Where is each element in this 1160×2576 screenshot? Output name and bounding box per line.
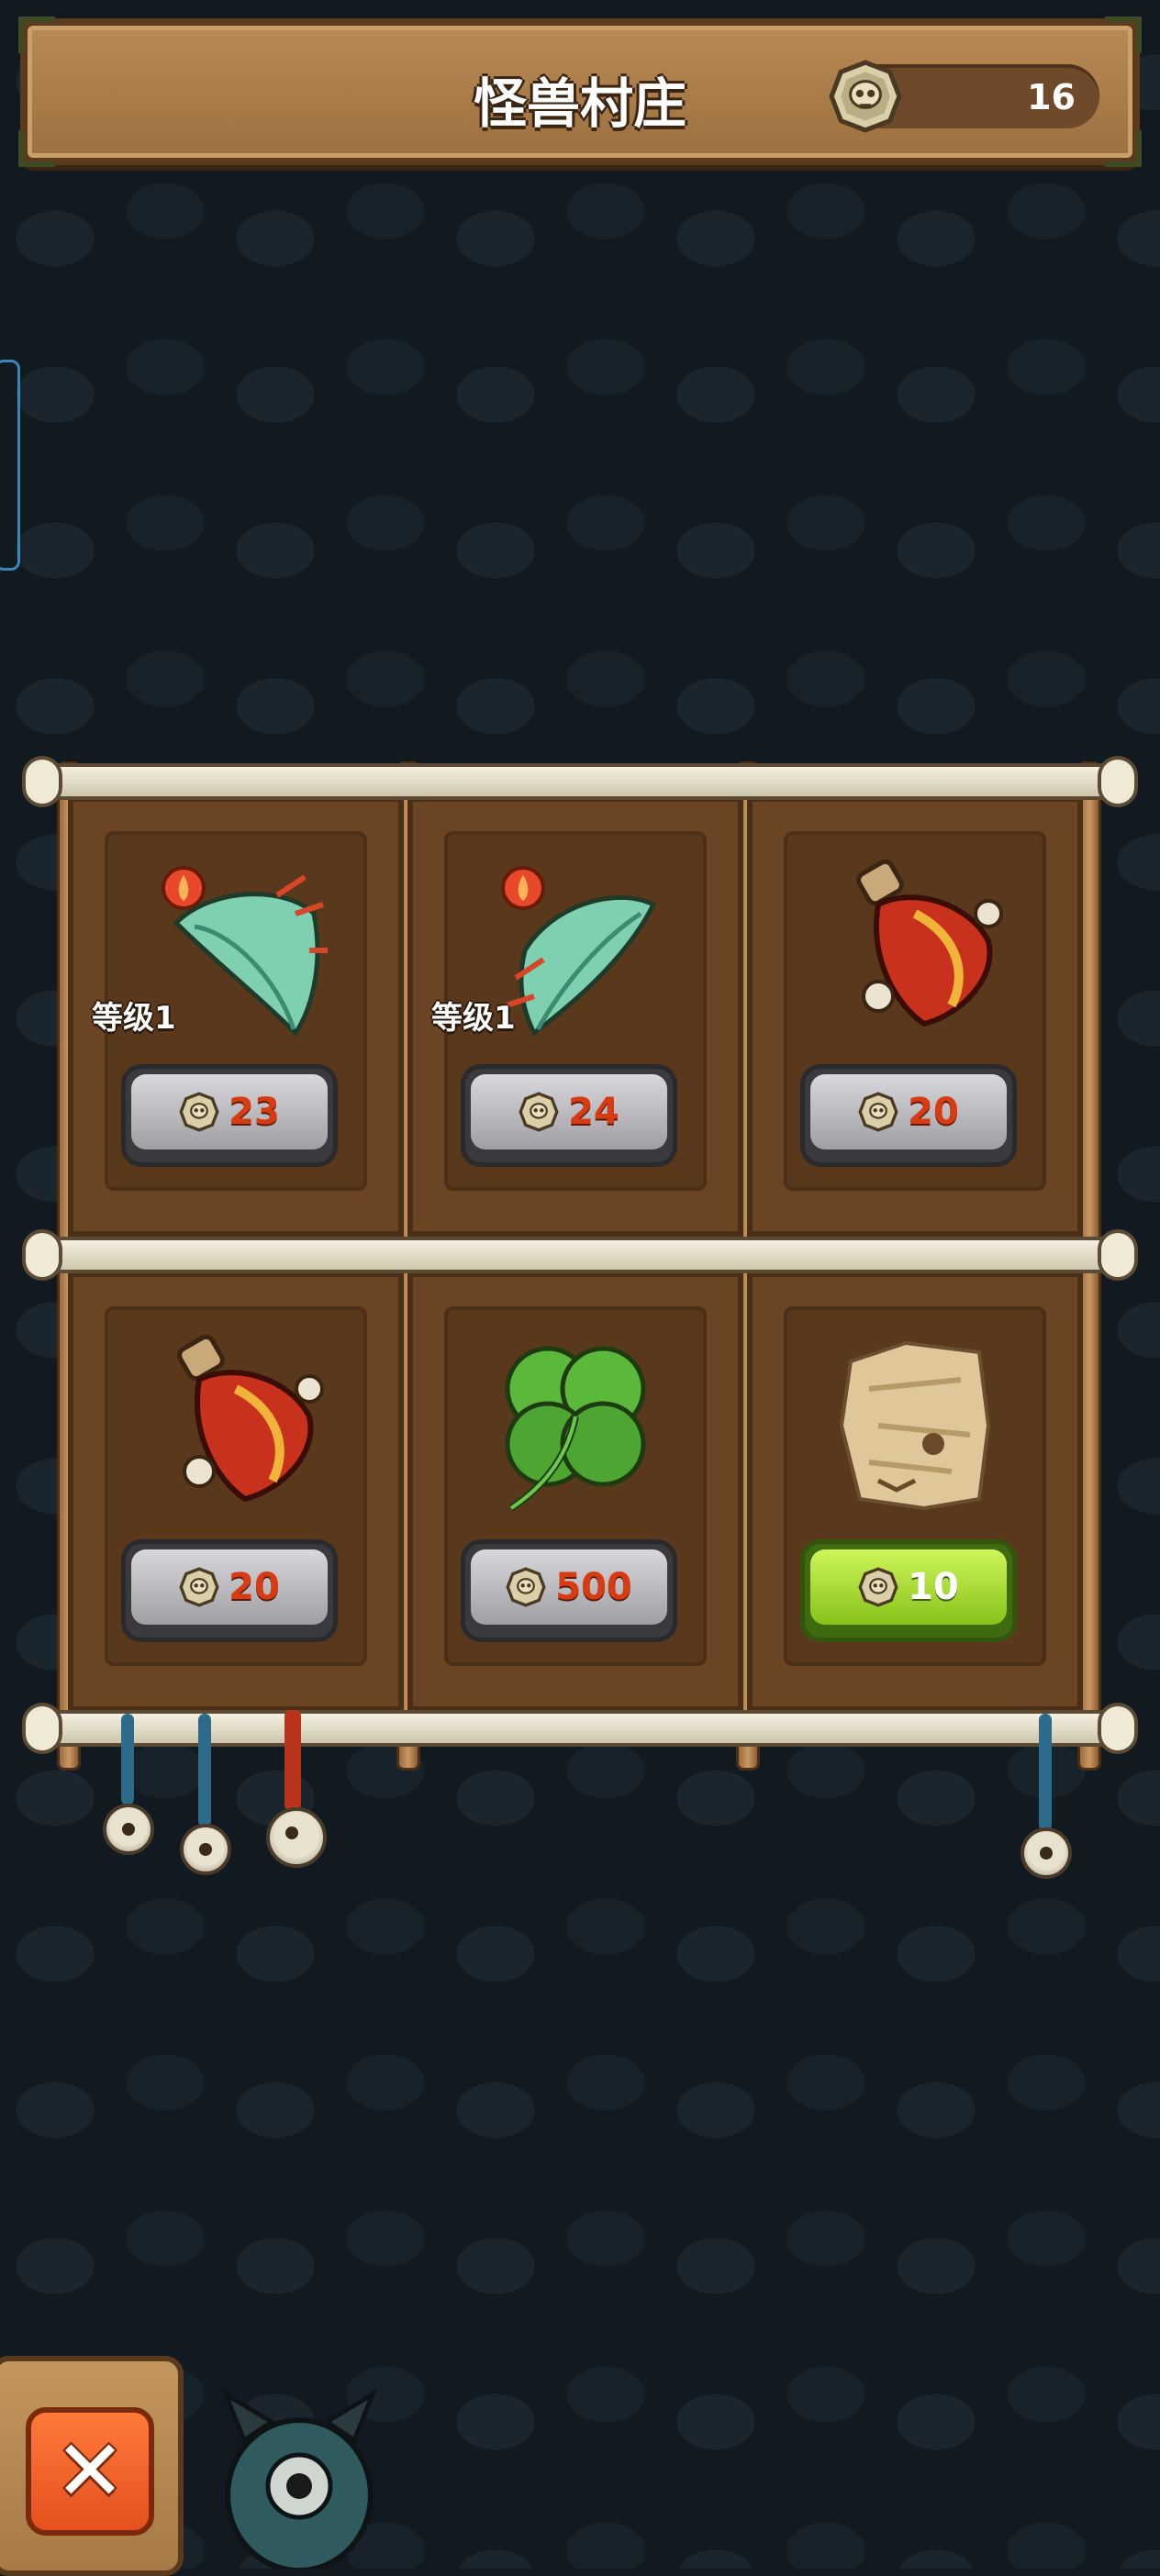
item-level-label: 等级1 [92, 1000, 176, 1037]
skull-coin-icon [519, 1092, 559, 1132]
item-price: 24 [568, 1091, 619, 1133]
skull-coin-icon [179, 1092, 219, 1132]
item-price: 500 [555, 1566, 632, 1608]
monster-head-icon[interactable] [217, 2385, 382, 2569]
hanging-skull [1021, 1827, 1072, 1879]
hanging-chain [284, 1710, 301, 1811]
buy-button[interactable]: 20 [121, 1539, 338, 1642]
heart-potion-icon [856, 859, 1003, 1027]
hanging-chain [198, 1714, 211, 1827]
close-panel: ✕ [0, 2356, 184, 2576]
skull-coin-icon [506, 1567, 546, 1607]
skull-coin-icon [179, 1567, 219, 1607]
shop-slot[interactable]: 等级1 23 [68, 796, 404, 1237]
item-frame: 等级1 23 [92, 831, 367, 1191]
skull-coin-icon [858, 1092, 898, 1132]
corner-ornament [18, 17, 55, 53]
hanging-chain [121, 1714, 134, 1805]
buy-button[interactable]: 10 [800, 1539, 1017, 1642]
buy-button[interactable]: 500 [461, 1539, 677, 1642]
item-price: 20 [908, 1091, 959, 1133]
item-frame: 等级1 24 [431, 831, 707, 1191]
item-frame: 20 [784, 831, 1046, 1191]
shop-slot[interactable]: 20 [747, 796, 1083, 1237]
side-edge-panel [0, 360, 20, 571]
hanging-skull [180, 1824, 231, 1875]
header-bar: 怪兽村庄 16 [18, 17, 1142, 167]
item-price: 20 [229, 1566, 280, 1608]
treasure-map-icon [839, 1340, 991, 1511]
hanging-chain [1039, 1714, 1052, 1831]
item-frame: 500 [444, 1306, 707, 1666]
skull-coin-icon [858, 1567, 898, 1607]
item-frame: 20 [105, 1306, 367, 1666]
buy-button[interactable]: 23 [121, 1064, 338, 1167]
bone-bar [22, 1229, 1138, 1281]
shop-slot[interactable]: 500 [407, 1271, 743, 1712]
skull-coin-icon [829, 60, 902, 133]
item-frame: 10 [784, 1306, 1046, 1666]
buy-button[interactable]: 24 [461, 1064, 677, 1167]
coin-count: 16 [1027, 77, 1076, 117]
bone-bar [22, 756, 1138, 807]
close-button[interactable]: ✕ [26, 2407, 154, 2536]
item-price: 23 [229, 1091, 280, 1133]
corner-ornament [1105, 17, 1142, 53]
heart-potion-icon [177, 1334, 324, 1503]
hanging-skull [103, 1804, 154, 1855]
hanging-skull [266, 1807, 327, 1868]
shop-slot[interactable]: 10 [747, 1271, 1083, 1712]
four-leaf-clover-icon [505, 1346, 646, 1512]
shop-board: 等级1 23 等级1 24 20 20 500 10 [18, 750, 1142, 1879]
shop-slot[interactable]: 20 [68, 1271, 404, 1712]
item-price: 10 [908, 1566, 959, 1608]
buy-button[interactable]: 20 [800, 1064, 1017, 1167]
close-x-icon: ✕ [54, 2422, 126, 2520]
shop-slot[interactable]: 等级1 24 [407, 796, 743, 1237]
coin-balance: 16 [829, 60, 1099, 133]
item-level-label: 等级1 [431, 1000, 516, 1037]
